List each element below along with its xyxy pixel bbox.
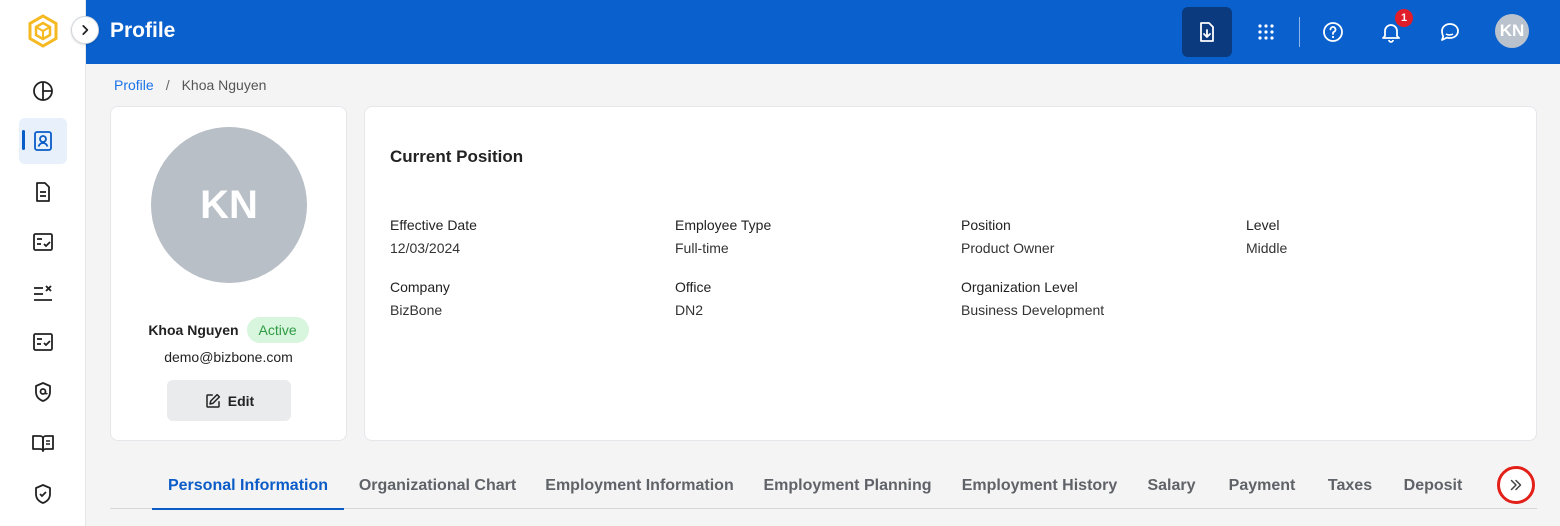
current-position-card: Current Position Effective Date 12/03/20… <box>364 106 1537 441</box>
field-value: BizBone <box>390 302 443 318</box>
sidebar-expand-button[interactable] <box>71 16 99 44</box>
field-employee-type: Employee Type Full-time <box>675 217 771 256</box>
field-office: Office DN2 <box>675 279 711 318</box>
section-title: Current Position <box>390 147 524 166</box>
sidebar-item-dashboard[interactable] <box>19 68 67 114</box>
field-value: DN2 <box>675 302 704 318</box>
profile-name: Khoa Nguyen <box>148 322 239 338</box>
apps-button[interactable] <box>1241 7 1291 57</box>
tab-payment[interactable]: Payment <box>1220 462 1304 509</box>
sidebar-item-checklist[interactable] <box>19 219 67 265</box>
field-label: Employee Type <box>675 217 772 233</box>
field-label: Level <box>1246 217 1280 233</box>
tab-employment-planning[interactable]: Employment Planning <box>755 462 940 509</box>
double-chevron-right-icon <box>1510 479 1522 491</box>
policy-icon <box>35 382 51 402</box>
dashboard-icon <box>33 81 53 101</box>
field-label: Position <box>961 217 1011 233</box>
field-label: Organization Level <box>961 279 1078 295</box>
header-divider <box>1299 17 1300 47</box>
profile-avatar: KN <box>151 127 307 283</box>
field-label: Office <box>675 279 712 295</box>
notification-count-badge: 1 <box>1395 9 1413 27</box>
checklist-icon <box>33 233 53 251</box>
field-value: Business Development <box>961 302 1105 318</box>
field-position: Position Product Owner <box>961 217 1054 256</box>
tab-personal-information[interactable]: Personal Information <box>152 462 344 510</box>
sidebar <box>0 0 99 526</box>
profile-name-row: Khoa Nguyen Active <box>111 317 346 343</box>
field-effective-date: Effective Date 12/03/2024 <box>390 217 477 256</box>
edit-profile-button[interactable]: Edit <box>167 380 291 421</box>
app-logo-icon[interactable] <box>27 14 59 48</box>
user-avatar[interactable]: KN <box>1495 14 1529 48</box>
field-value: 12/03/2024 <box>390 240 461 256</box>
breadcrumb-current: Khoa Nguyen <box>181 77 267 93</box>
sidebar-item-tasks[interactable] <box>19 269 67 315</box>
status-badge: Active <box>246 317 309 343</box>
tab-employment-information[interactable]: Employment Information <box>537 462 742 509</box>
field-value: Product Owner <box>961 240 1055 256</box>
more-tabs-button[interactable] <box>1497 466 1535 504</box>
tab-taxes[interactable]: Taxes <box>1320 462 1380 509</box>
help-icon <box>1323 22 1343 42</box>
sidebar-item-profile[interactable] <box>19 118 67 164</box>
help-button[interactable] <box>1308 7 1358 57</box>
chat-icon <box>1441 23 1459 41</box>
tab-employment-history[interactable]: Employment History <box>952 462 1127 509</box>
profile-tabs: Personal Information Organizational Char… <box>110 462 1537 510</box>
field-value: Full-time <box>675 240 729 256</box>
sidebar-item-handbook[interactable] <box>19 420 67 466</box>
edit-button-label: Edit <box>227 392 255 409</box>
download-document-button[interactable] <box>1182 7 1232 57</box>
edit-icon <box>206 393 220 408</box>
sidebar-item-documents[interactable] <box>19 169 67 215</box>
field-company: Company BizBone <box>390 279 450 318</box>
task-list-icon <box>34 285 52 301</box>
sidebar-item-security[interactable] <box>19 471 67 517</box>
profile-icon <box>34 131 52 151</box>
tab-deposit[interactable]: Deposit <box>1398 462 1468 509</box>
approval-icon <box>33 333 53 351</box>
profile-card: KN Khoa Nguyen Active demo@bizbone.com E… <box>110 106 347 441</box>
tab-salary[interactable]: Salary <box>1140 462 1203 509</box>
field-value: Middle <box>1246 240 1288 256</box>
field-level: Level Middle <box>1246 217 1287 256</box>
page-title: Profile <box>110 19 176 42</box>
breadcrumb-link-profile[interactable]: Profile <box>114 77 154 93</box>
tab-organizational-chart[interactable]: Organizational Chart <box>350 462 525 509</box>
field-organization-level: Organization Level Business Development <box>961 279 1104 318</box>
apps-grid-icon <box>1258 24 1274 40</box>
handbook-icon <box>32 435 54 452</box>
field-label: Company <box>390 279 450 295</box>
profile-email: demo@bizbone.com <box>164 349 293 365</box>
notifications-button[interactable]: 1 <box>1366 7 1416 57</box>
top-header: Profile 1 KN <box>86 0 1560 64</box>
chevron-right-icon <box>82 25 89 35</box>
sidebar-item-approvals[interactable] <box>19 319 67 365</box>
chat-button[interactable] <box>1425 7 1475 57</box>
document-icon <box>36 182 50 202</box>
shield-check-icon <box>35 484 51 504</box>
breadcrumb-separator: / <box>165 77 170 93</box>
sidebar-item-policy[interactable] <box>19 369 67 415</box>
breadcrumb: Profile / Khoa Nguyen <box>114 77 266 93</box>
field-label: Effective Date <box>390 217 477 233</box>
download-document-icon <box>1200 22 1214 42</box>
